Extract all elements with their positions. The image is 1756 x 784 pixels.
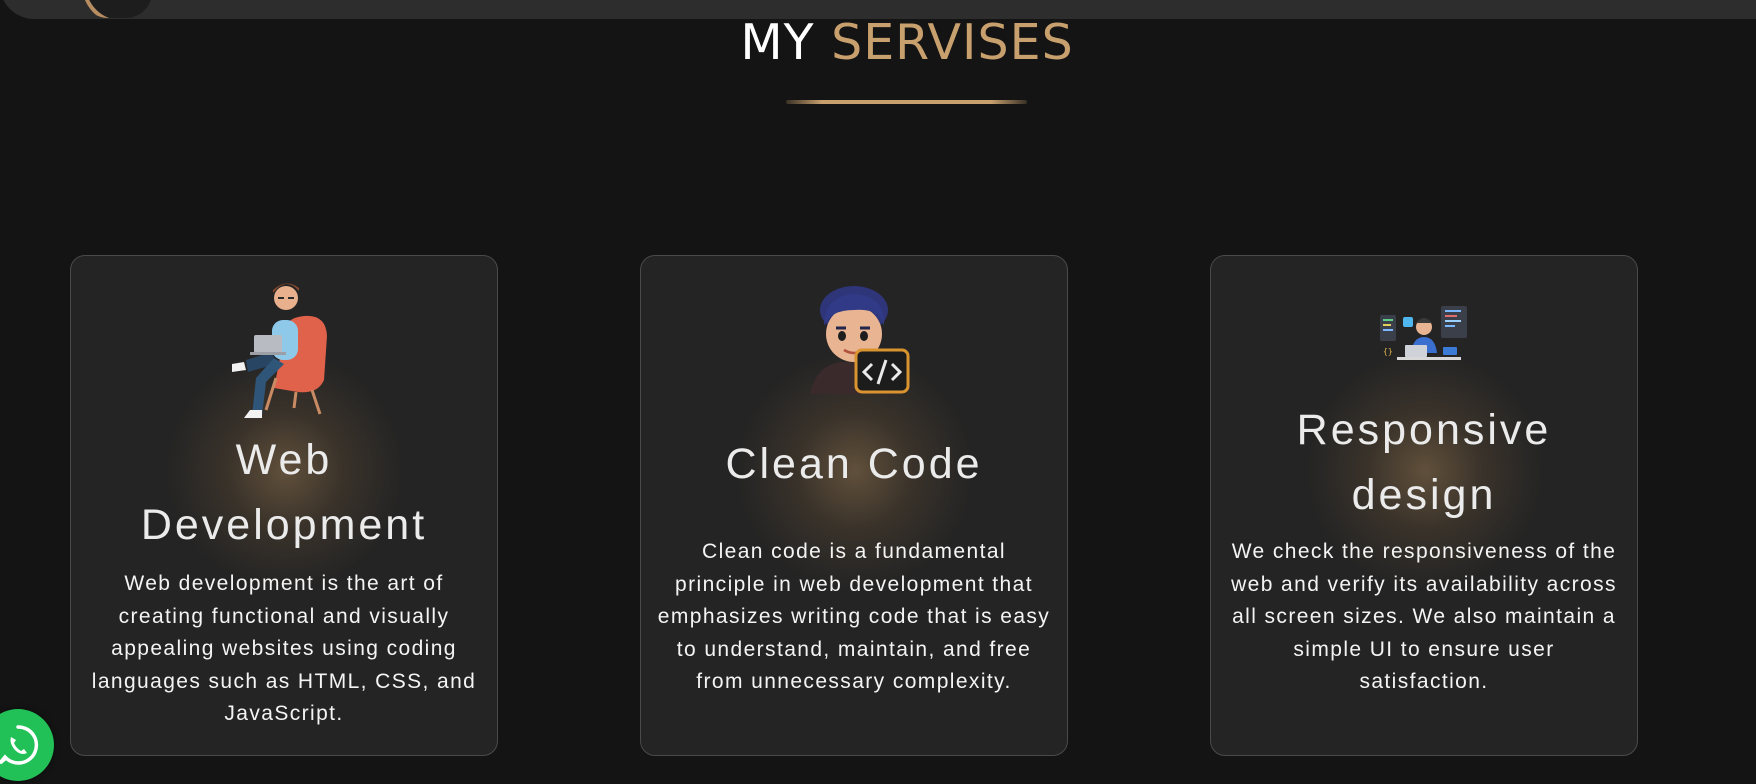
service-card-clean-code: Clean Code Clean code is a fundamental p… [640,255,1068,756]
svg-text:{}: {} [1383,347,1393,356]
card-description: Clean code is a fundamental principle in… [657,540,1051,693]
card-title: Clean Code [725,440,983,488]
card-description: We check the responsiveness of the web a… [1231,540,1617,693]
service-card-responsive-design: {} Responsive design We check the respon… [1210,255,1638,756]
title-underline [786,100,1027,104]
section-title-part2: SERVISES [831,14,1074,71]
card-title-line2: design [1351,471,1497,519]
whatsapp-button[interactable] [0,709,54,781]
section-title-part1: MY [740,14,815,71]
developer-in-chair-illustration [232,283,327,418]
card-description: Web development is the art of creating f… [91,572,477,725]
whatsapp-icon [0,725,39,765]
card-title-line1: Responsive [1296,406,1552,454]
developer-at-desk-illustration: {} [1380,306,1467,360]
service-card-web-development: Web Development Web development is the a… [70,255,498,756]
card-title-line1: Web [235,436,333,484]
coder-with-code-badge-illustration [810,286,910,394]
section-title: MY SERVISES [0,14,1756,71]
card-title-line2: Development [140,501,428,549]
